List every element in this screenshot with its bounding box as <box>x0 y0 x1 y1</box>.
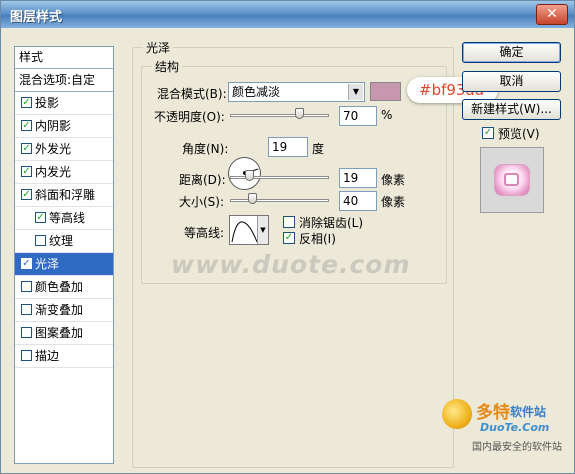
contour-curve-icon <box>231 221 258 243</box>
style-item-label: 图案叠加 <box>35 326 84 340</box>
angle-input[interactable]: 19 <box>268 137 308 157</box>
structure-group-title: 结构 <box>152 58 183 75</box>
satin-group-title: 光泽 <box>143 39 174 56</box>
style-item-label: 投影 <box>35 96 60 110</box>
style-item-label: 纹理 <box>49 234 74 248</box>
chevron-down-icon[interactable]: ▼ <box>348 84 363 100</box>
opacity-slider[interactable] <box>230 114 329 117</box>
style-item-label: 渐变叠加 <box>35 303 84 317</box>
stroke-checkbox[interactable] <box>21 350 32 361</box>
style-preview-thumbnail <box>480 147 544 213</box>
style-item-inner-shadow[interactable]: ✓ 内阴影 <box>15 115 113 138</box>
size-slider[interactable] <box>230 199 329 202</box>
style-item-texture[interactable]: 纹理 <box>15 230 113 253</box>
title-bar: 图层样式 ✕ <box>1 1 574 28</box>
style-item-label: 内发光 <box>35 165 72 179</box>
distance-label: 距离(D): <box>179 173 226 187</box>
style-item-label: 斜面和浮雕 <box>35 188 96 202</box>
drop-shadow-checkbox[interactable]: ✓ <box>21 97 32 108</box>
anti-alias-label: 消除锯齿(L) <box>299 216 364 230</box>
opacity-slider-handle[interactable] <box>295 108 305 119</box>
style-item-label: 光泽 <box>35 257 60 271</box>
opacity-input[interactable]: 70 <box>339 106 377 126</box>
logo-slogan: 国内最安全的软件站 <box>472 442 562 453</box>
close-button[interactable]: ✕ <box>536 4 568 25</box>
size-label: 大小(S): <box>179 195 225 209</box>
size-unit: 像素 <box>381 195 406 209</box>
style-item-label: 等高线 <box>49 211 86 225</box>
style-item-label: 描边 <box>35 349 60 363</box>
texture-checkbox[interactable] <box>35 235 46 246</box>
style-item-pattern-overlay[interactable]: 图案叠加 <box>15 322 113 345</box>
style-item-drop-shadow[interactable]: ✓ 投影 <box>15 92 113 115</box>
contour-label: 等高线: <box>184 226 225 240</box>
blend-options-item[interactable]: 混合选项:自定 <box>15 69 113 92</box>
style-item-label: 内阴影 <box>35 119 72 133</box>
style-item-inner-glow[interactable]: ✓ 内发光 <box>15 161 113 184</box>
logo-brand: 多特 <box>476 403 510 423</box>
inner-shadow-checkbox[interactable]: ✓ <box>21 120 32 131</box>
blend-mode-value: 颜色减淡 <box>232 85 281 99</box>
contour-checkbox[interactable]: ✓ <box>35 212 46 223</box>
logo-domain: DuoTe.Com <box>480 421 550 434</box>
layer-style-dialog: 图层样式 ✕ 样式 混合选项:自定 ✓ 投影 ✓ 内阴影 ✓ 外发光 ✓ 内发光 <box>0 0 575 474</box>
style-item-label: 外发光 <box>35 142 72 156</box>
angle-label: 角度(N): <box>182 142 229 156</box>
preview-inner-square <box>504 173 519 186</box>
ok-button[interactable]: 确定 <box>462 42 561 63</box>
satin-checkbox[interactable]: ✓ <box>21 258 32 269</box>
style-list-header[interactable]: 样式 <box>15 47 113 69</box>
invert-checkbox[interactable]: ✓ <box>283 232 295 244</box>
preview-label: 预览(V) <box>498 127 540 141</box>
window-title: 图层样式 <box>10 10 63 25</box>
bevel-emboss-checkbox[interactable]: ✓ <box>21 189 32 200</box>
anti-alias-checkbox[interactable] <box>283 216 295 228</box>
watermark-text: www.duote.com <box>171 250 411 279</box>
size-input[interactable]: 40 <box>339 191 377 211</box>
style-item-label: 颜色叠加 <box>35 280 84 294</box>
style-item-outer-glow[interactable]: ✓ 外发光 <box>15 138 113 161</box>
opacity-label: 不透明度(O): <box>154 110 225 124</box>
distance-input[interactable]: 19 <box>339 168 377 188</box>
new-style-button[interactable]: 新建样式(W)... <box>462 99 561 120</box>
cancel-button[interactable]: 取消 <box>462 71 561 92</box>
duote-logo-icon <box>442 399 472 429</box>
distance-slider-handle[interactable] <box>245 170 254 181</box>
preview-checkbox[interactable]: ✓ <box>482 127 494 139</box>
style-item-satin[interactable]: ✓ 光泽 <box>15 253 113 276</box>
angle-unit: 度 <box>312 142 325 156</box>
distance-unit: 像素 <box>381 173 406 187</box>
style-list: 样式 混合选项:自定 ✓ 投影 ✓ 内阴影 ✓ 外发光 ✓ 内发光 ✓ 斜面和浮… <box>14 46 114 464</box>
satin-color-swatch[interactable] <box>370 82 401 101</box>
style-item-gradient-overlay[interactable]: 渐变叠加 <box>15 299 113 322</box>
style-item-stroke[interactable]: 描边 <box>15 345 113 368</box>
blend-mode-select[interactable]: 颜色减淡 ▼ <box>228 82 365 102</box>
opacity-unit: % <box>381 108 393 122</box>
gradient-overlay-checkbox[interactable] <box>21 304 32 315</box>
dialog-content: 样式 混合选项:自定 ✓ 投影 ✓ 内阴影 ✓ 外发光 ✓ 内发光 ✓ 斜面和浮… <box>1 28 574 473</box>
style-item-color-overlay[interactable]: 颜色叠加 <box>15 276 113 299</box>
pattern-overlay-checkbox[interactable] <box>21 327 32 338</box>
size-slider-handle[interactable] <box>248 193 257 204</box>
style-item-contour[interactable]: ✓ 等高线 <box>15 207 113 230</box>
preview-shape <box>495 165 529 195</box>
logo-tagline: 软件站 <box>510 405 547 419</box>
outer-glow-checkbox[interactable]: ✓ <box>21 143 32 154</box>
style-item-bevel-emboss[interactable]: ✓ 斜面和浮雕 <box>15 184 113 207</box>
inner-glow-checkbox[interactable]: ✓ <box>21 166 32 177</box>
blend-mode-label: 混合模式(B): <box>157 87 227 101</box>
color-overlay-checkbox[interactable] <box>21 281 32 292</box>
chevron-down-icon[interactable]: ▼ <box>257 216 268 244</box>
invert-label: 反相(I) <box>299 232 336 246</box>
contour-picker[interactable]: ▼ <box>229 215 269 245</box>
